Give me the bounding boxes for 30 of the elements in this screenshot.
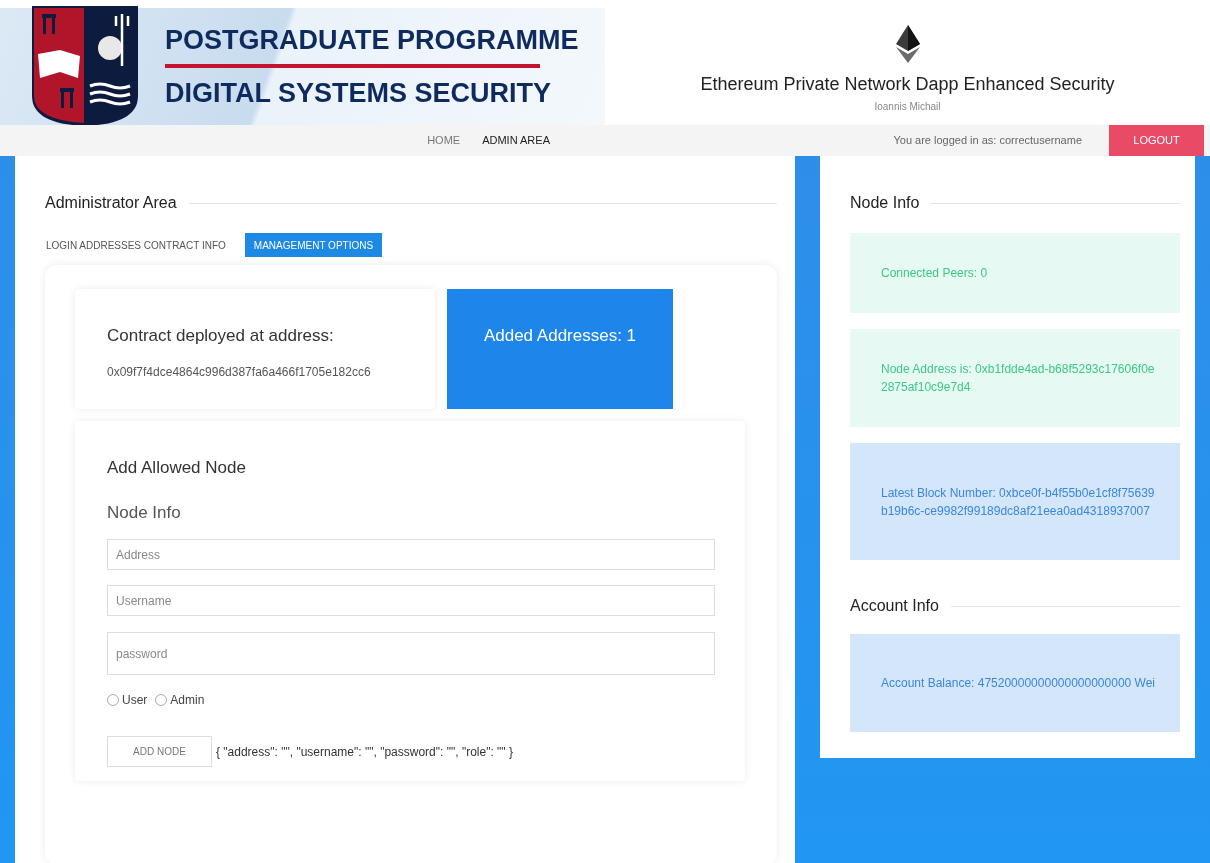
added-addresses-card: Added Addresses: 1 — [447, 289, 673, 409]
section-title: Node Info — [850, 193, 920, 213]
json-preview: { "address": "", "username": "", "password": "", "role": "" } — [216, 743, 513, 761]
info-box: Account Balance: 47520000000000000000000 Wei — [850, 634, 1180, 732]
nav-link[interactable]: HOME — [427, 132, 461, 149]
add-node-button[interactable]: ADD NODE — [107, 736, 212, 767]
input-field[interactable]: Address — [107, 539, 715, 570]
logout-button[interactable]: LOGOUT — [1109, 125, 1204, 156]
section-title: Account Info — [850, 596, 939, 616]
tab[interactable]: MANAGEMENT OPTIONS — [244, 233, 383, 257]
banner-title: POSTGRADUATE PROGRAMME — [165, 26, 579, 54]
nav-link[interactable]: ADMIN AREA — [482, 132, 550, 149]
input-field[interactable]: Username — [107, 585, 715, 616]
banner-subtitle: DIGITAL SYSTEMS SECURITY — [165, 79, 553, 107]
ethereum-icon — [895, 25, 920, 63]
info-box: Connected Peers: 0 — [850, 233, 1180, 313]
info-box: Node Address is: 0xb1fdde4ad-b68f5293c17606f0e2875af10c9e7d4 — [850, 329, 1180, 427]
contract-heading: Contract deployed at address: — [107, 325, 335, 347]
contract-address: 0x09f7f4dce4864c996d387fa6a466f1705e182cc6 — [107, 363, 372, 381]
radio-label: User — [122, 692, 148, 709]
tab[interactable]: LOGIN ADDRESSES CONTRACT INFO — [37, 233, 235, 257]
author-name: Ioannis Michail — [874, 100, 941, 114]
form-subtitle: Node Info — [107, 501, 182, 524]
info-box: Latest Block Number: 0xbce0f-b4f55b0e1cf8f75639b19b6c-ce9982f99189dc8af21eea0ad4318937007 — [850, 443, 1180, 560]
section-title: Administrator Area — [45, 193, 177, 213]
login-status: You are logged in as: correctusername — [893, 133, 1082, 149]
radio-label: Admin — [170, 692, 205, 709]
form-title: Add Allowed Node — [107, 457, 247, 479]
input-field[interactable]: password — [107, 632, 715, 675]
app-title: Ethereum Private Network Dapp Enhanced Security — [700, 73, 1115, 96]
